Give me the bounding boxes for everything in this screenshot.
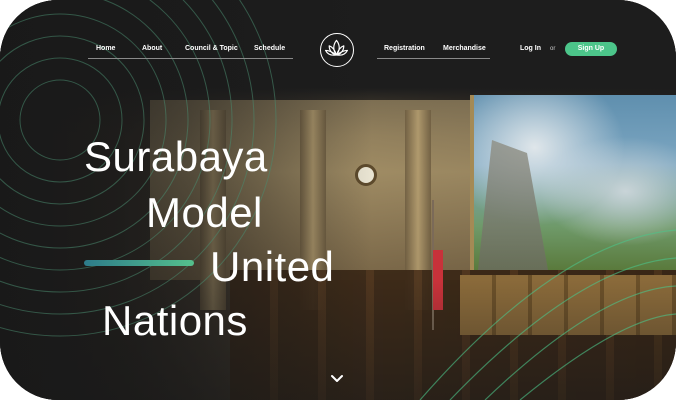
hero-title-line-4: Nations xyxy=(102,297,248,344)
nav-right-divider xyxy=(377,58,490,59)
nav-schedule-link[interactable]: Schedule xyxy=(254,45,285,52)
nav-about-link[interactable]: About xyxy=(142,45,162,52)
hero-frame: Home About Council & Topic Schedule Regi… xyxy=(0,0,676,400)
nav-left-divider xyxy=(88,58,293,59)
sign-up-button[interactable]: Sign Up xyxy=(565,42,617,56)
hero-title-line-1: Surabaya xyxy=(84,133,268,180)
nav-council-topic-link[interactable]: Council & Topic xyxy=(185,45,238,52)
hero-title-line-3: United xyxy=(210,243,335,290)
nav-merchandise-link[interactable]: Merchandise xyxy=(443,45,486,52)
or-separator: or xyxy=(550,46,556,52)
nav-home-link[interactable]: Home xyxy=(96,45,115,52)
lotus-logo-icon[interactable] xyxy=(320,33,354,67)
login-link[interactable]: Log In xyxy=(520,45,541,52)
nav-registration-link[interactable]: Registration xyxy=(384,45,425,52)
accent-bar xyxy=(84,260,194,266)
chevron-down-icon[interactable] xyxy=(330,374,344,384)
hero-title-line-2: Model xyxy=(146,189,263,236)
